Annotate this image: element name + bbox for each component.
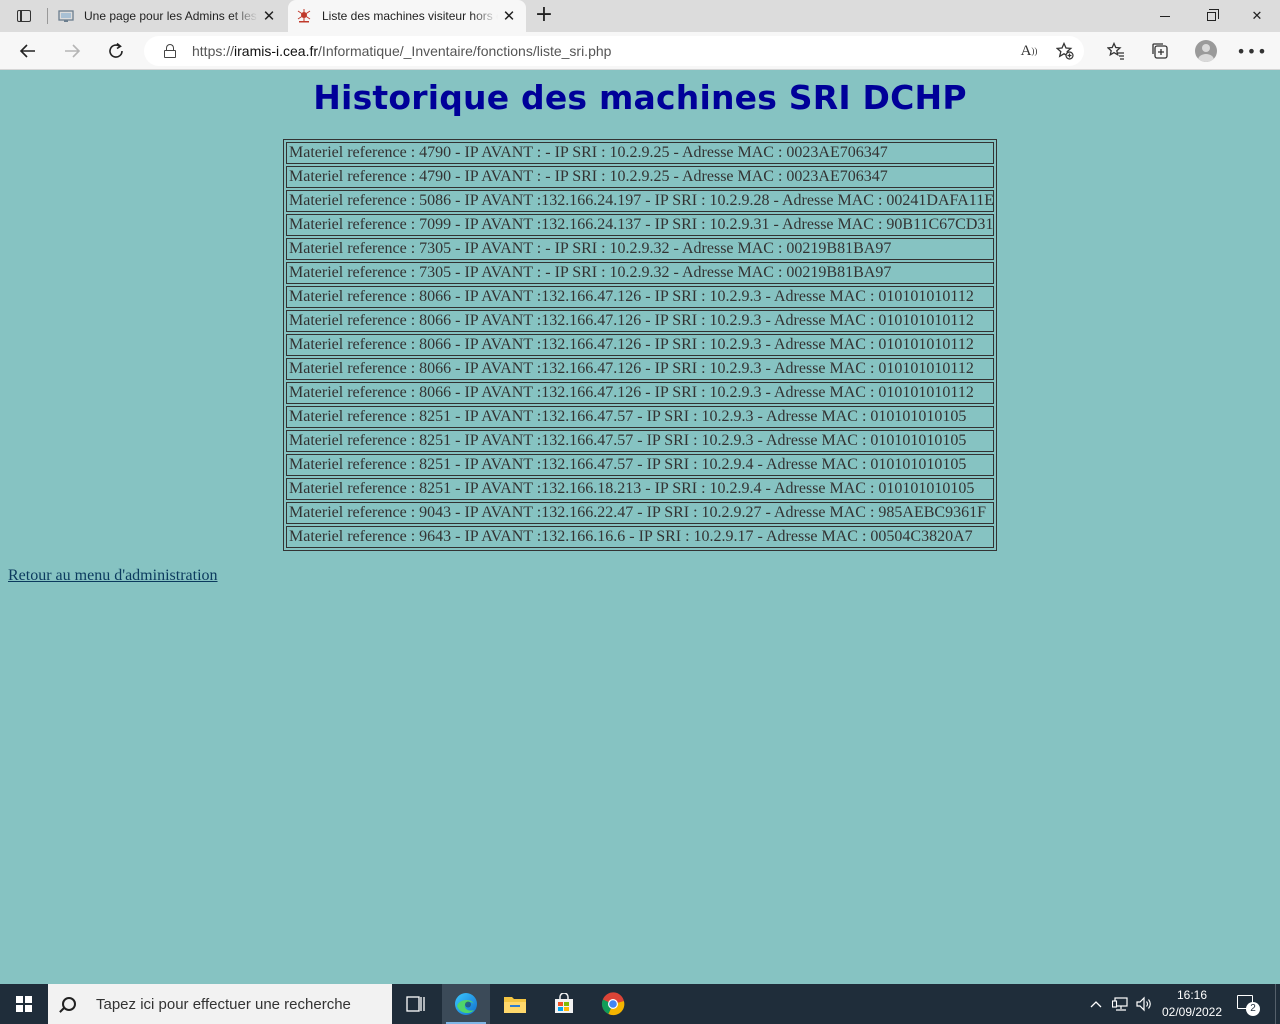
favorites-icon[interactable] xyxy=(1101,36,1131,66)
record-row: Materiel reference : 5086 - IP AVANT :13… xyxy=(286,190,994,212)
back-button[interactable] xyxy=(13,36,43,66)
chrome-taskbar-app[interactable] xyxy=(589,984,637,1024)
tab-divider xyxy=(47,8,48,24)
tab-title: Une page pour les Admins et les xyxy=(84,9,257,23)
search-placeholder: Tapez ici pour effectuer une recherche xyxy=(96,995,351,1013)
close-window-button[interactable]: ✕ xyxy=(1234,0,1280,32)
collections-icon[interactable] xyxy=(1145,36,1175,66)
url-text: https://iramis-i.cea.fr/Informatique/_In… xyxy=(192,43,611,59)
tab-title: Liste des machines visiteur hors c xyxy=(322,9,498,23)
taskbar: Tapez ici pour effectuer une recherche 1… xyxy=(0,984,1280,1024)
speaker-icon xyxy=(1136,996,1151,1012)
record-row: Materiel reference : 7305 - IP AVANT : -… xyxy=(286,262,994,284)
store-taskbar-app[interactable] xyxy=(540,984,588,1024)
record-row: Materiel reference : 4790 - IP AVANT : -… xyxy=(286,166,994,188)
tab-admins[interactable]: Une page pour les Admins et les ✕ xyxy=(50,0,286,32)
forward-button[interactable] xyxy=(57,36,87,66)
ethernet-icon xyxy=(1112,997,1128,1011)
start-button[interactable] xyxy=(0,984,48,1024)
task-view-icon xyxy=(406,996,425,1012)
profile-button[interactable] xyxy=(1191,36,1221,66)
more-options-icon[interactable]: ••• xyxy=(1236,36,1267,66)
read-aloud-label: A xyxy=(1020,42,1032,59)
taskbar-search[interactable]: Tapez ici pour effectuer une recherche xyxy=(48,984,392,1024)
collections-plus-icon xyxy=(1152,43,1168,59)
record-row: Materiel reference : 7099 - IP AVANT :13… xyxy=(286,214,994,236)
task-view-button[interactable] xyxy=(392,984,440,1024)
store-bag-icon xyxy=(555,993,573,1013)
close-tab-icon[interactable]: ✕ xyxy=(498,5,520,27)
avatar xyxy=(1195,40,1217,62)
record-row: Materiel reference : 8251 - IP AVANT :13… xyxy=(286,478,994,500)
taskbar-clock[interactable]: 16:16 02/09/2022 xyxy=(1158,987,1226,1021)
volume-icon[interactable] xyxy=(1134,994,1154,1014)
edge-taskbar-app[interactable] xyxy=(442,984,490,1024)
minimize-button[interactable] xyxy=(1142,0,1188,32)
star-list-icon xyxy=(1107,42,1124,60)
edge-icon xyxy=(455,993,477,1015)
file-explorer-taskbar-app[interactable] xyxy=(491,984,539,1024)
address-bar[interactable]: https://iramis-i.cea.fr/Informatique/_In… xyxy=(144,36,1084,66)
lock-icon[interactable] xyxy=(164,44,176,58)
reload-icon xyxy=(109,42,123,58)
record-row: Materiel reference : 9043 - IP AVANT :13… xyxy=(286,502,994,524)
clock-time: 16:16 xyxy=(1176,988,1208,1002)
url-host: iramis-i.cea.fr xyxy=(234,43,319,59)
show-desktop-button[interactable] xyxy=(1275,984,1280,1024)
arrow-left-icon xyxy=(19,44,35,58)
page-content: Historique des machines SRI DCHP Materie… xyxy=(0,70,1280,984)
record-row: Materiel reference : 8066 - IP AVANT :13… xyxy=(286,334,994,356)
star-plus-icon xyxy=(1056,42,1074,60)
monitor-favicon-icon xyxy=(58,10,74,22)
browser-tab-strip: Une page pour les Admins et les ✕ Liste … xyxy=(0,0,1280,32)
record-row: Materiel reference : 8066 - IP AVANT :13… xyxy=(286,310,994,332)
records-table: Materiel reference : 4790 - IP AVANT : -… xyxy=(283,139,997,551)
chevron-up-icon xyxy=(1090,1001,1102,1008)
close-icon: ✕ xyxy=(1251,8,1263,24)
tab-liste-machines[interactable]: Liste des machines visiteur hors c ✕ xyxy=(288,0,526,32)
new-tab-icon[interactable]: + xyxy=(532,4,556,28)
notification-center-button[interactable]: 2 xyxy=(1234,992,1264,1016)
browser-toolbar: https://iramis-i.cea.fr/Informatique/_In… xyxy=(0,32,1280,70)
search-icon xyxy=(62,997,76,1011)
tab-actions-icon xyxy=(17,10,31,22)
add-favorite-icon[interactable] xyxy=(1050,36,1080,66)
url-path: /Informatique/_Inventaire/fonctions/list… xyxy=(318,43,612,59)
page-title: Historique des machines SRI DCHP xyxy=(313,78,967,117)
show-hidden-icons-icon[interactable] xyxy=(1086,994,1106,1014)
record-row: Materiel reference : 8066 - IP AVANT :13… xyxy=(286,358,994,380)
record-row: Materiel reference : 8251 - IP AVANT :13… xyxy=(286,454,994,476)
record-row: Materiel reference : 8251 - IP AVANT :13… xyxy=(286,406,994,428)
tab-actions-button[interactable] xyxy=(8,4,40,28)
close-tab-icon[interactable]: ✕ xyxy=(258,5,280,27)
network-icon[interactable] xyxy=(1111,994,1131,1014)
record-row: Materiel reference : 8066 - IP AVANT :13… xyxy=(286,382,994,404)
record-row: Materiel reference : 4790 - IP AVANT : -… xyxy=(286,142,994,164)
read-aloud-icon[interactable]: A)) xyxy=(1014,36,1044,66)
minimize-icon xyxy=(1160,15,1170,17)
record-row: Materiel reference : 9643 - IP AVANT :13… xyxy=(286,526,994,548)
windows-logo-icon xyxy=(16,996,32,1012)
arrow-right-icon xyxy=(65,44,81,58)
back-to-admin-link[interactable]: Retour au menu d'administration xyxy=(8,567,218,585)
record-row: Materiel reference : 7305 - IP AVANT : -… xyxy=(286,238,994,260)
reload-button[interactable] xyxy=(101,36,131,66)
record-row: Materiel reference : 8251 - IP AVANT :13… xyxy=(286,430,994,452)
url-prefix: https:// xyxy=(192,43,235,59)
restore-button[interactable] xyxy=(1188,0,1234,32)
folder-icon xyxy=(504,997,526,1013)
iramis-favicon-icon xyxy=(297,9,311,23)
chrome-icon xyxy=(601,992,625,1016)
clock-date: 02/09/2022 xyxy=(1161,1005,1223,1019)
notification-badge: 2 xyxy=(1246,1002,1260,1016)
record-row: Materiel reference : 8066 - IP AVANT :13… xyxy=(286,286,994,308)
restore-icon xyxy=(1206,8,1219,21)
